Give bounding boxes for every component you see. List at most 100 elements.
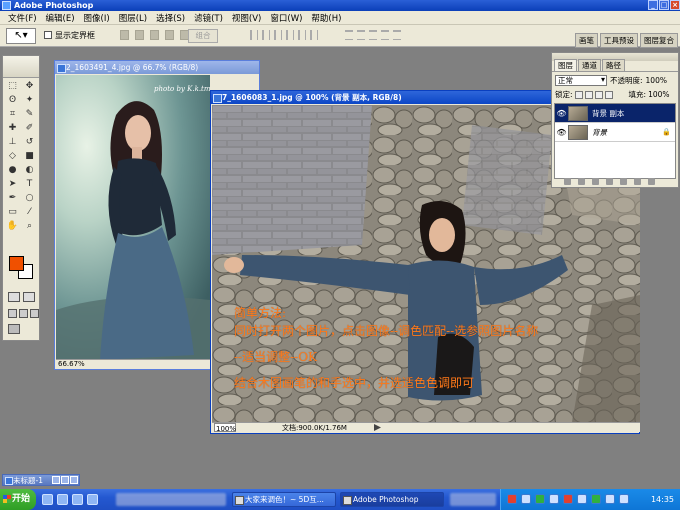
path-select-icon[interactable]: ➤ (5, 178, 20, 191)
standard-mode-icon[interactable] (8, 292, 20, 302)
lasso-tool-icon[interactable]: ʘ (5, 94, 20, 107)
toolbox-header[interactable] (3, 56, 39, 78)
eraser-tool-icon[interactable]: ◇ (5, 150, 20, 163)
zoom-tool-icon[interactable]: ⌕ (22, 220, 37, 233)
blend-mode-select[interactable]: 正常 (555, 74, 607, 86)
blur-tool-icon[interactable]: ● (5, 164, 20, 177)
menu-layer[interactable]: 图层(L) (119, 12, 147, 24)
shield-icon[interactable] (535, 494, 545, 504)
maximize-button[interactable]: □ (659, 0, 669, 10)
shape-tool-icon[interactable]: ○ (22, 192, 37, 205)
restore-icon[interactable] (52, 476, 60, 484)
minimized-document[interactable]: 未标题-1 (2, 474, 80, 486)
task-item-browser[interactable]: 大家来调色！~ 5D互... (232, 492, 336, 507)
screen-mode-full-icon[interactable] (30, 309, 39, 318)
tab-tool-presets[interactable]: 工具预设 (600, 33, 638, 48)
menu-select[interactable]: 选择(S) (156, 12, 185, 24)
lock-pixels-icon[interactable] (584, 90, 593, 99)
lock-all-icon[interactable] (604, 90, 613, 99)
media-icon[interactable] (72, 494, 83, 505)
distribute-right-icon[interactable] (310, 30, 318, 40)
align-bottom-icon[interactable] (150, 30, 159, 40)
antivirus-icon[interactable] (563, 494, 573, 504)
doc1-title[interactable]: 2_1603491_4.jpg @ 66.7% (RGB/8) (55, 61, 259, 74)
task-item-photoshop[interactable]: Adobe Photoshop (340, 492, 444, 507)
screen-mode-menubar-icon[interactable] (19, 309, 28, 318)
menu-help[interactable]: 帮助(H) (311, 12, 341, 24)
menu-window[interactable]: 窗口(W) (270, 12, 302, 24)
eye-icon[interactable]: 👁 (555, 109, 568, 118)
distribute-hcenter-icon[interactable] (298, 30, 306, 40)
marquee-tool-icon[interactable]: ⬚ (5, 80, 20, 93)
link-icon[interactable] (564, 178, 571, 185)
tool-preset-picker[interactable]: ↖▾ (6, 28, 36, 44)
desktop-icon[interactable] (57, 494, 68, 505)
tab-layers[interactable]: 图层 (554, 59, 577, 71)
eye-icon[interactable]: 👁 (555, 128, 568, 137)
dodge-tool-icon[interactable]: ◐ (22, 164, 37, 177)
distribute-left-icon[interactable] (286, 30, 294, 40)
gradient-tool-icon[interactable]: ■ (22, 150, 37, 163)
menu-edit[interactable]: 编辑(E) (46, 12, 75, 24)
maximize-icon[interactable] (61, 476, 69, 484)
screen-mode-standard-icon[interactable] (8, 309, 17, 318)
distribute-h-icon[interactable] (345, 30, 353, 40)
brush-tool-icon[interactable]: ✐ (22, 122, 37, 135)
tab-paths[interactable]: 路径 (602, 59, 625, 71)
pen-tool-icon[interactable]: ✒ (5, 192, 20, 205)
distribute-vcenter-icon[interactable] (262, 30, 270, 40)
stop-icon[interactable] (507, 494, 517, 504)
volume-icon[interactable] (549, 494, 559, 504)
magic-wand-tool-icon[interactable]: ✦ (22, 94, 37, 107)
type-tool-icon[interactable]: T (22, 178, 37, 191)
messenger-icon[interactable] (591, 494, 601, 504)
eyedropper-tool-icon[interactable]: ⁄ (22, 206, 37, 219)
layer-row-copy[interactable]: 👁 背景 副本 (555, 104, 675, 123)
foreground-color-swatch[interactable] (9, 256, 24, 271)
lock-transparency-icon[interactable] (574, 90, 583, 99)
layer-style-icon[interactable] (578, 178, 585, 185)
tab-layer-comps[interactable]: 图层复合 (640, 33, 678, 48)
status-menu-arrow-icon[interactable] (374, 424, 381, 431)
close-icon[interactable] (70, 476, 78, 484)
group-icon[interactable] (606, 178, 613, 185)
align-top-icon[interactable] (120, 30, 129, 40)
network-icon[interactable] (521, 494, 531, 504)
ie-icon[interactable] (42, 494, 53, 505)
mask-icon[interactable] (592, 178, 599, 185)
menu-image[interactable]: 图像(I) (84, 12, 110, 24)
hand-tool-icon[interactable]: ✋ (5, 220, 20, 233)
move-tool-icon[interactable]: ✥ (22, 80, 37, 93)
source-photo[interactable]: photo by K.k.tm (56, 75, 210, 360)
menu-filter[interactable]: 滤镜(T) (194, 12, 223, 24)
sound-icon[interactable] (619, 494, 629, 504)
combine-button[interactable]: 组合 (188, 29, 218, 43)
doc1-zoom[interactable]: 66.67% (56, 359, 210, 368)
update-icon[interactable] (605, 494, 615, 504)
tab-channels[interactable]: 通道 (578, 59, 601, 71)
quick-mask-icon[interactable] (23, 292, 35, 302)
notes-tool-icon[interactable]: ▭ (5, 206, 20, 219)
distribute-height-icon[interactable] (393, 30, 401, 40)
menu-view[interactable]: 视图(V) (232, 12, 261, 24)
start-button[interactable]: 开始 (0, 489, 36, 510)
distribute-bottom-icon[interactable] (274, 30, 282, 40)
slice-tool-icon[interactable]: ✎ (22, 108, 37, 121)
layer-row-background[interactable]: 👁 背景 🔒 (555, 123, 675, 142)
trash-icon[interactable] (648, 178, 655, 185)
new-layer-icon[interactable] (634, 178, 641, 185)
fill-value[interactable]: 100% (648, 90, 669, 99)
clock[interactable]: 14:35 (651, 489, 674, 510)
menu-file[interactable]: 文件(F) (8, 12, 37, 24)
crop-tool-icon[interactable]: ⌗ (5, 108, 20, 121)
align-middle-icon[interactable] (135, 30, 144, 40)
distribute-v-icon[interactable] (357, 30, 365, 40)
qq-icon[interactable] (87, 494, 98, 505)
history-brush-icon[interactable]: ↺ (22, 136, 37, 149)
stamp-tool-icon[interactable]: ⊥ (5, 136, 20, 149)
opacity-value[interactable]: 100% (646, 76, 667, 85)
distribute-width-icon[interactable] (381, 30, 389, 40)
distribute-space-icon[interactable] (369, 30, 377, 40)
show-bounding-box-checkbox[interactable] (44, 31, 52, 39)
minimize-button[interactable]: _ (648, 0, 658, 10)
